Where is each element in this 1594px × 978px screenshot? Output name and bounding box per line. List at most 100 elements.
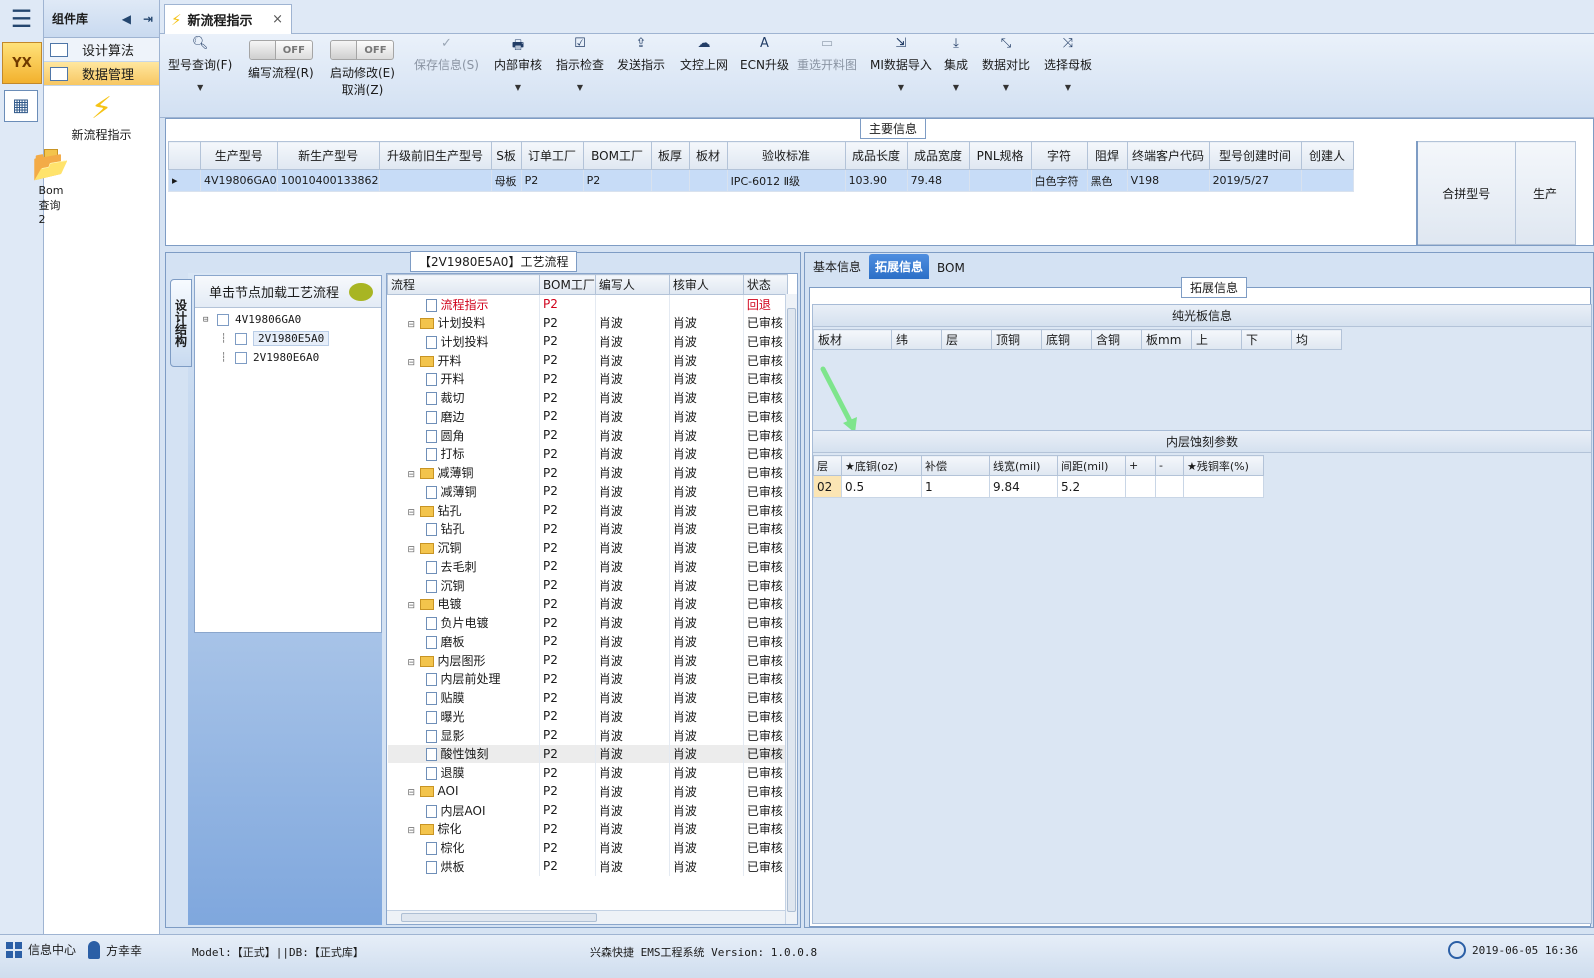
process-row[interactable]: ⊟ 电镀 P2 肖波 肖波 已审核 [387,594,788,614]
nav-data-management[interactable]: 数据管理 [44,62,159,86]
table-cell[interactable] [650,169,690,192]
process-row[interactable]: ⊟ 钻孔 P2 肖波 肖波 已审核 [387,500,788,520]
process-status-cell[interactable]: 已审核 [743,482,788,501]
table-cell[interactable]: P2 [582,169,652,192]
process-row[interactable]: 显影 P2 肖波 肖波 已审核 [387,725,788,745]
process-name-cell[interactable]: 负片电镀 [387,613,540,632]
collapse-icon[interactable]: ⊟ [408,601,420,611]
process-writer-cell[interactable]: 肖波 [595,538,670,557]
process-writer-cell[interactable]: 肖波 [595,350,670,370]
process-reviewer-cell[interactable]: 肖波 [669,800,744,820]
table-cell[interactable] [1300,169,1354,192]
tool-new-flow-indication[interactable]: ⚡ 新流程指示 [44,92,159,143]
table-cell[interactable] [1125,475,1156,498]
column-header[interactable]: 下 [1241,329,1292,350]
process-reviewer-cell[interactable]: 肖波 [669,782,744,801]
collapse-icon[interactable]: ⊟ [408,545,420,555]
detail-tab[interactable]: 拓展信息 [869,254,930,279]
column-header[interactable]: 核审人 [668,274,744,295]
process-name-cell[interactable]: 流程指示 [387,294,540,314]
table-cell[interactable]: 黑色 [1086,169,1128,192]
process-bom-cell[interactable]: P2 [539,763,596,782]
column-header[interactable]: 升级前旧生产型号 [378,141,492,170]
process-row[interactable]: 曝光 P2 肖波 肖波 已审核 [387,707,788,726]
process-bom-cell[interactable]: P2 [539,482,596,501]
select-mother-board-button[interactable]: ⤨ 选择母板 ▼ [1044,36,1092,92]
tab-design-structure[interactable]: 设计结构 [170,279,192,367]
column-header[interactable]: BOM工厂 [582,141,652,170]
process-status-cell[interactable]: 已审核 [743,632,788,651]
process-reviewer-cell[interactable]: 肖波 [669,669,744,689]
column-header[interactable]: 线宽(mil) [989,455,1058,476]
dock-icon[interactable]: ⇥ [143,12,153,26]
process-status-cell[interactable]: 已审核 [743,369,788,389]
process-bom-cell[interactable]: P2 [539,350,596,370]
process-status-cell[interactable]: 已审核 [743,669,788,689]
process-writer-cell[interactable]: 肖波 [595,782,670,801]
process-reviewer-cell[interactable]: 肖波 [669,725,744,745]
collapse-icon[interactable]: ⊟ [408,358,420,368]
process-writer-cell[interactable]: 肖波 [595,669,670,689]
process-bom-cell[interactable]: P2 [539,294,596,314]
process-bom-cell[interactable]: P2 [539,519,596,539]
process-row[interactable]: ⊟ 计划投料 P2 肖波 肖波 已审核 [387,313,788,332]
column-header[interactable]: S板 [490,141,522,170]
table-cell[interactable]: 10010400133862 [276,169,380,192]
process-row[interactable]: ⊟ 沉铜 P2 肖波 肖波 已审核 [387,538,788,557]
process-bom-cell[interactable]: P2 [539,407,596,426]
table-cell[interactable]: 母板 [490,169,522,192]
process-name-cell[interactable]: ⊟ AOI [387,782,540,801]
table-row[interactable]: 02 0.5 1 9.84 5.2 [813,475,1264,498]
reselect-cutting-button[interactable]: ▭ 重选开料图 [797,36,857,73]
process-writer-cell[interactable]: 肖波 [595,650,670,670]
table-cell[interactable]: IPC-6012 Ⅱ级 [726,169,846,192]
process-row[interactable]: ⊟ 内层图形 P2 肖波 肖波 已审核 [387,650,788,670]
process-writer-cell[interactable]: 肖波 [595,500,670,520]
process-reviewer-cell[interactable]: 肖波 [669,575,744,595]
process-bom-cell[interactable]: P2 [539,463,596,482]
process-writer-cell[interactable]: 肖波 [595,557,670,576]
process-reviewer-cell[interactable]: 肖波 [669,444,744,464]
process-bom-cell[interactable]: P2 [539,369,596,389]
process-name-cell[interactable]: 烘板 [387,857,540,876]
collapse-left-icon[interactable]: ◀ [122,12,131,26]
process-writer-cell[interactable]: 肖波 [595,369,670,389]
process-row[interactable]: ⊟ 开料 P2 肖波 肖波 已审核 [387,350,788,370]
table-cell[interactable]: 2019/5/27 [1208,169,1302,192]
process-status-cell[interactable]: 已审核 [743,557,788,576]
table-cell[interactable] [1183,475,1264,498]
table-cell[interactable]: 5.2 [1057,475,1126,498]
process-name-cell[interactable]: 酸性蚀刻 [387,744,540,764]
chevron-down-icon[interactable]: ▼ [898,83,904,92]
edit-flow-toggle[interactable]: OFF 编写流程(R) [248,36,314,81]
process-bom-cell[interactable]: P2 [539,707,596,726]
chevron-down-icon[interactable]: ▼ [1003,83,1009,92]
tree-node[interactable]: ⊟ 4V19806GA0 [203,310,381,329]
table-cell[interactable]: P2 [520,169,584,192]
process-writer-cell[interactable]: 肖波 [595,744,670,764]
process-bom-cell[interactable]: P2 [539,594,596,614]
column-header[interactable]: 生产 [1514,141,1576,245]
process-bom-cell[interactable]: P2 [539,538,596,557]
process-name-cell[interactable]: 减薄铜 [387,482,540,501]
tab-new-flow-indication[interactable]: ⚡ 新流程指示 × [164,4,292,34]
process-name-cell[interactable]: ⊟ 计划投料 [387,313,540,332]
process-status-cell[interactable]: 已审核 [743,332,788,351]
table-cell[interactable] [1155,475,1184,498]
chevron-down-icon[interactable]: ▼ [515,83,521,92]
process-row[interactable]: 退膜 P2 肖波 肖波 已审核 [387,763,788,782]
process-reviewer-cell[interactable]: 肖波 [669,688,744,707]
column-header[interactable]: 含铜 [1091,329,1142,350]
table-cell[interactable]: 白色字符 [1030,169,1088,192]
process-name-cell[interactable]: ⊟ 内层图形 [387,650,540,670]
process-reviewer-cell[interactable]: 肖波 [669,819,744,839]
integrate-button[interactable]: ⤓ 集成 ▼ [944,36,968,92]
process-row[interactable]: 棕化 P2 肖波 肖波 已审核 [387,838,788,857]
table-cell[interactable]: 9.84 [989,475,1058,498]
column-header[interactable]: 顶铜 [991,329,1042,350]
process-row[interactable]: ⊟ 棕化 P2 肖波 肖波 已审核 [387,819,788,839]
process-writer-cell[interactable]: 肖波 [595,800,670,820]
process-row[interactable]: 磨板 P2 肖波 肖波 已审核 [387,632,788,651]
column-header[interactable]: + [1125,455,1156,476]
chevron-down-icon[interactable]: ▼ [953,83,959,92]
